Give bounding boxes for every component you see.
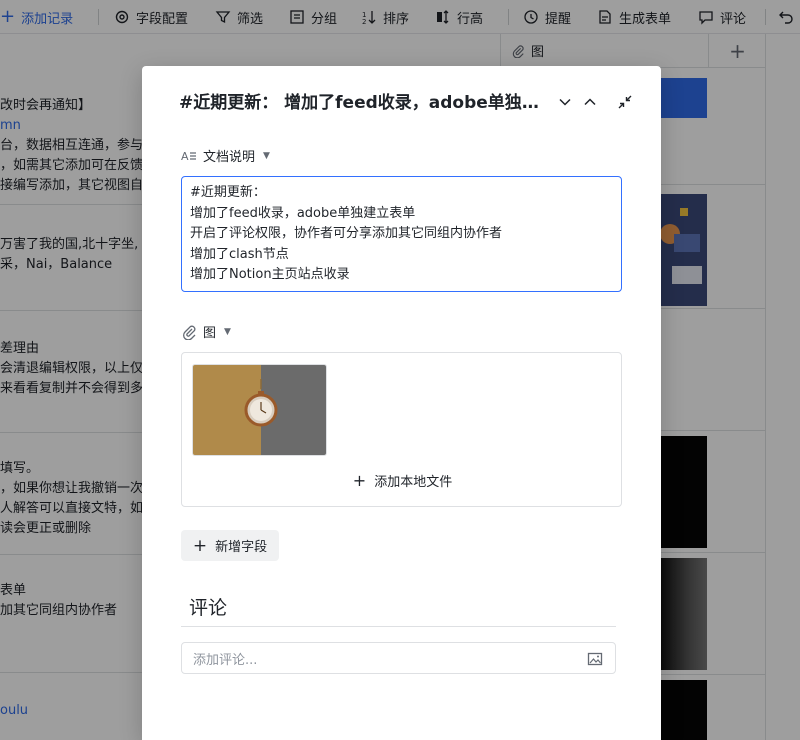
chevron-up-icon xyxy=(584,98,596,106)
pocket-watch-image xyxy=(193,365,326,455)
comment-section-title: 评论 xyxy=(189,597,228,619)
plus-icon: + xyxy=(352,471,367,490)
record-title: #近期更新： 增加了feed收录，adobe单独建立表单 xyxy=(179,93,549,113)
record-detail-modal: #近期更新： 增加了feed收录，adobe单独建立表单 A 文档说明 ▼ #近… xyxy=(142,66,661,740)
caret-down-icon: ▼ xyxy=(263,150,270,161)
image-upload-icon[interactable] xyxy=(587,651,603,667)
new-field-button[interactable]: + 新增字段 xyxy=(181,530,279,561)
doc-text-editor[interactable]: #近期更新： 增加了feed收录，adobe单独建立表单 开启了评论权限，协作者… xyxy=(181,176,622,292)
attachment-field-label[interactable]: 图 ▼ xyxy=(181,322,231,341)
paperclip-icon xyxy=(183,325,196,340)
chevron-down-icon xyxy=(559,98,571,106)
caret-down-icon: ▼ xyxy=(224,326,231,337)
collapse-icon xyxy=(618,95,632,109)
add-local-file-button[interactable]: + 添加本地文件 xyxy=(182,471,623,490)
text-field-icon: A xyxy=(181,150,196,163)
plus-icon: + xyxy=(192,535,208,556)
doc-field-label[interactable]: A 文档说明 ▼ xyxy=(181,146,270,166)
attachment-image[interactable] xyxy=(192,364,327,456)
previous-record-button[interactable] xyxy=(581,93,599,111)
comment-input[interactable]: 添加评论... xyxy=(181,642,616,674)
divider xyxy=(181,626,616,627)
attachment-area: + 添加本地文件 xyxy=(181,352,622,507)
collapse-button[interactable] xyxy=(616,93,634,111)
next-record-button[interactable] xyxy=(556,93,574,111)
svg-text:A: A xyxy=(181,150,189,163)
